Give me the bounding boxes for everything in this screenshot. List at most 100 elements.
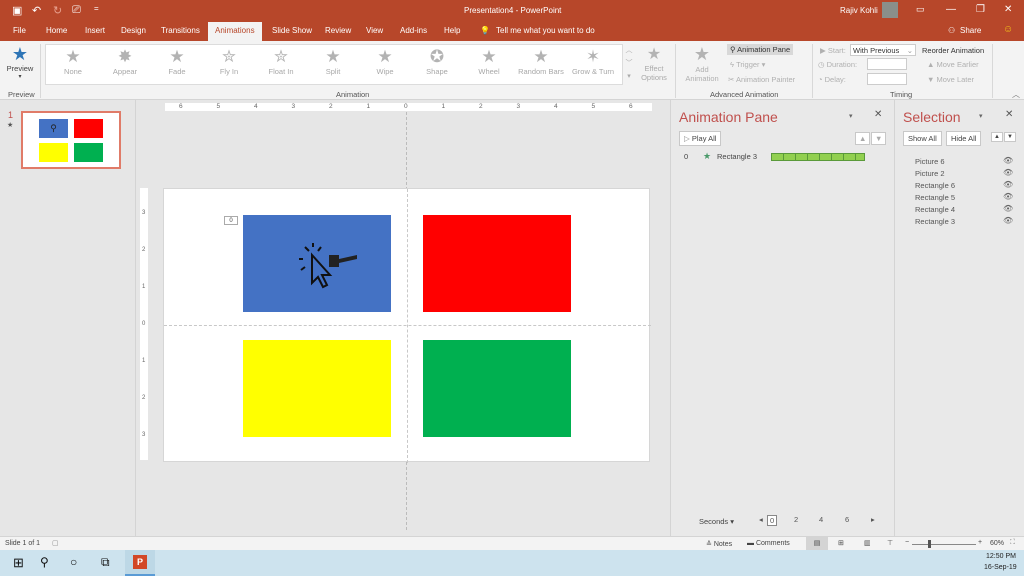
rectangle-4[interactable] — [423, 215, 571, 312]
gallery-scroll[interactable]: ︿ ﹀ ▾ — [624, 44, 634, 85]
tab-slide-show[interactable]: Slide Show — [272, 26, 312, 35]
tell-me-search[interactable]: Tell me what you want to do — [496, 26, 595, 35]
zoom-in-button[interactable]: + — [978, 539, 982, 546]
zoom-slider[interactable] — [912, 544, 976, 545]
preview-button[interactable]: ★ Preview ▾ — [4, 44, 36, 80]
delay-input[interactable] — [867, 73, 907, 85]
bring-forward-button[interactable]: ▲ — [991, 132, 1003, 142]
anim-float-in[interactable]: ✮ Float In — [256, 47, 306, 76]
selection-item[interactable]: Picture 2 — [915, 169, 945, 178]
rectangle-5[interactable] — [243, 340, 391, 437]
move-earlier-button[interactable]: ▲ Move Earlier — [927, 60, 979, 69]
tab-design[interactable]: Design — [121, 26, 146, 35]
slide-thumbnail[interactable]: ⚲ — [21, 111, 121, 169]
selection-item[interactable]: Rectangle 6 — [915, 181, 955, 190]
anim-random-bars[interactable]: ★ Random Bars — [516, 47, 566, 76]
clock-date[interactable]: 16-Sep-19 — [984, 564, 1017, 571]
redo-icon[interactable]: ↻ — [53, 4, 62, 17]
tab-add-ins[interactable]: Add-ins — [400, 26, 427, 35]
eye-icon[interactable]: 👁 — [1003, 180, 1013, 189]
cortana-icon[interactable]: ○ — [70, 555, 77, 569]
clock-time[interactable]: 12:50 PM — [986, 553, 1016, 560]
close-button[interactable]: ✕ — [1004, 4, 1012, 15]
search-icon[interactable]: ⚲ — [40, 555, 49, 569]
selection-item[interactable]: Rectangle 5 — [915, 193, 955, 202]
restore-button[interactable]: ❐ — [976, 4, 985, 15]
close-pane-icon[interactable]: ✕ — [874, 109, 882, 120]
animation-list-item[interactable]: 0 ★ Rectangle 3 — [671, 151, 893, 164]
tab-transitions[interactable]: Transitions — [161, 26, 200, 35]
move-up-button[interactable]: ▲ — [855, 132, 871, 145]
animation-timing-bar[interactable] — [771, 153, 865, 161]
pane-options-icon[interactable]: ▾ — [979, 112, 983, 120]
tab-file[interactable]: File — [13, 26, 26, 35]
animation-order-tag[interactable]: 0 — [224, 216, 238, 225]
send-backward-button[interactable]: ▼ — [1004, 132, 1016, 142]
present-icon[interactable]: ⎚ — [72, 4, 81, 17]
task-view-icon[interactable]: ⧉ — [101, 555, 110, 570]
seconds-dropdown[interactable]: Seconds ▾ — [699, 517, 734, 526]
eye-icon[interactable]: 👁 — [1003, 216, 1013, 225]
normal-view-button[interactable]: ▤ — [806, 537, 828, 550]
ribbon-display-icon[interactable]: ▭ — [916, 4, 925, 15]
tab-review[interactable]: Review — [325, 26, 351, 35]
close-pane-icon[interactable]: ✕ — [1005, 109, 1013, 120]
play-all-button[interactable]: ▷ Play All — [679, 131, 722, 146]
user-name[interactable]: Rajiv Kohli — [840, 6, 878, 15]
tab-home[interactable]: Home — [46, 26, 67, 35]
slideshow-view-button[interactable]: ⊤ — [887, 539, 893, 547]
scroll-up-icon[interactable]: ︿ — [624, 44, 634, 57]
collapse-ribbon-icon[interactable]: ︿ — [1012, 89, 1020, 100]
anim-grow-turn[interactable]: ✶ Grow & Turn — [568, 47, 618, 76]
undo-icon[interactable]: ↶ — [32, 4, 41, 17]
windows-start-icon[interactable]: ⊞ — [13, 555, 24, 571]
show-all-button[interactable]: Show All — [903, 131, 942, 146]
animation-painter-button[interactable]: ✂ Animation Painter — [728, 75, 795, 84]
anim-appear[interactable]: ✸ Appear — [100, 47, 150, 76]
anim-fly-in[interactable]: ✮ Fly In — [204, 47, 254, 76]
spellcheck-icon[interactable]: ▢ — [52, 539, 59, 547]
trigger-button[interactable]: ϟ Trigger ▾ — [730, 60, 765, 69]
zoom-slider-thumb[interactable] — [928, 540, 931, 548]
anim-split[interactable]: ★ Split — [308, 47, 358, 76]
hide-all-button[interactable]: Hide All — [946, 131, 982, 146]
powerpoint-taskbar-button[interactable]: P — [125, 550, 155, 576]
tab-help[interactable]: Help — [444, 26, 460, 35]
rectangle-3[interactable] — [243, 215, 391, 312]
anim-wipe[interactable]: ★ Wipe — [360, 47, 410, 76]
anim-wheel[interactable]: ★ Wheel — [464, 47, 514, 76]
animation-pane-button[interactable]: ⚲ Animation Pane — [727, 44, 794, 55]
start-dropdown[interactable]: With Previous ⌄ — [850, 44, 916, 56]
selection-item[interactable]: Picture 6 — [915, 157, 945, 166]
eye-icon[interactable]: 👁 — [1003, 156, 1013, 165]
feedback-smiley-icon[interactable]: ☺ — [1003, 24, 1013, 35]
vertical-ruler[interactable]: 3 2 1 0 1 2 3 — [140, 188, 148, 460]
move-down-button[interactable]: ▼ — [871, 132, 887, 145]
add-animation-button[interactable]: ★ Add Animation — [680, 44, 724, 83]
share-icon[interactable]: ⚇ — [948, 26, 955, 35]
minimize-button[interactable]: — — [946, 4, 956, 15]
share-button[interactable]: Share — [960, 26, 981, 35]
reading-view-button[interactable]: ▥ — [864, 539, 871, 547]
zoom-out-button[interactable]: − — [905, 539, 909, 546]
timeline-ruler[interactable]: ◂ 0 2 4 6 ▸ — [759, 515, 879, 526]
anim-none[interactable]: ★ None — [48, 47, 98, 76]
fit-slide-icon[interactable]: ⛶ — [1010, 539, 1015, 547]
rectangle-6[interactable] — [423, 340, 571, 437]
comments-button[interactable]: ▬ Comments — [747, 540, 790, 547]
eye-icon[interactable]: 👁 — [1003, 168, 1013, 177]
pane-options-icon[interactable]: ▾ — [849, 112, 853, 120]
customize-qat-icon[interactable]: = — [94, 4, 99, 13]
slide-sorter-button[interactable]: ⊞ — [838, 539, 844, 547]
scroll-down-icon[interactable]: ﹀ — [624, 57, 634, 70]
selection-item[interactable]: Rectangle 3 — [915, 217, 955, 226]
save-icon[interactable]: ▣ — [12, 4, 22, 17]
horizontal-ruler[interactable]: 6 5 4 3 2 1 0 1 2 3 4 5 6 — [165, 103, 652, 111]
selection-item[interactable]: Rectangle 4 — [915, 205, 955, 214]
zoom-level[interactable]: 60% — [990, 540, 1004, 547]
duration-input[interactable] — [867, 58, 907, 70]
effect-options-button[interactable]: ★ Effect Options — [638, 44, 670, 82]
notes-button[interactable]: ≙ Notes — [706, 540, 732, 548]
tab-insert[interactable]: Insert — [85, 26, 105, 35]
anim-shape[interactable]: ✪ Shape — [412, 47, 462, 76]
